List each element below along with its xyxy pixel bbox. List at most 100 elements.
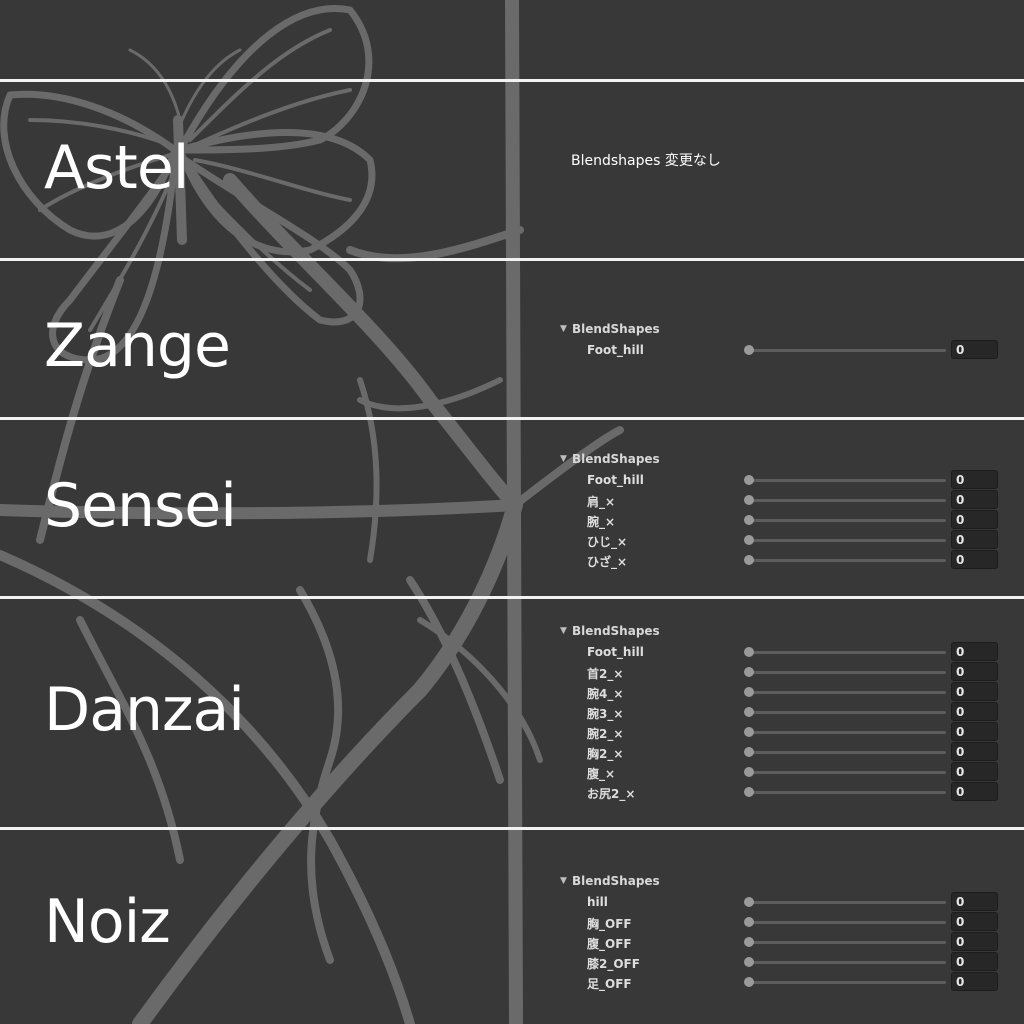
slider-track[interactable] bbox=[748, 559, 946, 562]
value-field[interactable]: 0 bbox=[951, 722, 998, 741]
value-field[interactable]: 0 bbox=[951, 550, 998, 569]
blendshape-label: 膝2_OFF bbox=[587, 957, 640, 971]
divider bbox=[0, 596, 1024, 599]
value-field[interactable]: 0 bbox=[951, 972, 998, 991]
slider-knob[interactable] bbox=[744, 977, 754, 987]
blendshape-label: hill bbox=[587, 895, 608, 909]
blendshape-label: 足_OFF bbox=[587, 977, 632, 991]
slider-knob[interactable] bbox=[744, 495, 754, 505]
slider-knob[interactable] bbox=[744, 897, 754, 907]
slider-track[interactable] bbox=[748, 479, 946, 482]
slider-knob[interactable] bbox=[744, 917, 754, 927]
value-field[interactable]: 0 bbox=[951, 470, 998, 489]
blendshape-label: Foot_hill bbox=[587, 645, 644, 659]
character-name-danzai: Danzai bbox=[44, 675, 245, 745]
slider-knob[interactable] bbox=[744, 647, 754, 657]
value-field[interactable]: 0 bbox=[951, 782, 998, 801]
slider-track[interactable] bbox=[748, 519, 946, 522]
slider-track[interactable] bbox=[748, 539, 946, 542]
blendshapes-panel-noiz: ▼ BlendShapes hill 0 胸_OFF 0 腹_OFF 0 膝2_… bbox=[558, 872, 1004, 992]
no-change-note: Blendshapes 変更なし bbox=[571, 153, 721, 169]
blendshapes-foldout[interactable]: ▼ BlendShapes bbox=[558, 450, 1004, 470]
slider-knob[interactable] bbox=[744, 727, 754, 737]
value-field[interactable]: 0 bbox=[951, 510, 998, 529]
blendshape-row: hill 0 bbox=[558, 892, 1004, 912]
slider-knob[interactable] bbox=[744, 667, 754, 677]
value-field[interactable]: 0 bbox=[951, 742, 998, 761]
foldout-label: BlendShapes bbox=[572, 322, 660, 336]
blendshapes-foldout[interactable]: ▼ BlendShapes bbox=[558, 622, 1004, 642]
slider-knob[interactable] bbox=[744, 787, 754, 797]
blendshape-label: 腕2_× bbox=[587, 727, 624, 741]
blendshapes-foldout[interactable]: ▼ BlendShapes bbox=[558, 320, 1004, 340]
value-field[interactable]: 0 bbox=[951, 490, 998, 509]
slider-knob[interactable] bbox=[744, 345, 754, 355]
blendshape-label: お尻2_× bbox=[587, 787, 636, 801]
blendshape-row: 腕4_× 0 bbox=[558, 682, 1004, 702]
blendshape-row: 腕_× 0 bbox=[558, 510, 1004, 530]
value-field[interactable]: 0 bbox=[951, 682, 998, 701]
blendshape-row: 首2_× 0 bbox=[558, 662, 1004, 682]
blendshape-row: お尻2_× 0 bbox=[558, 782, 1004, 802]
value-field[interactable]: 0 bbox=[951, 952, 998, 971]
blendshape-label: ひざ_× bbox=[587, 555, 628, 569]
blendshape-label: 腹_OFF bbox=[587, 937, 632, 951]
slider-track[interactable] bbox=[748, 791, 946, 794]
slider-track[interactable] bbox=[748, 651, 946, 654]
slider-track[interactable] bbox=[748, 961, 946, 964]
slider-knob[interactable] bbox=[744, 555, 754, 565]
blendshape-label: ひじ_× bbox=[587, 535, 628, 549]
blendshapes-foldout[interactable]: ▼ BlendShapes bbox=[558, 872, 1004, 892]
blendshape-row: 腕2_× 0 bbox=[558, 722, 1004, 742]
blendshape-row: ひじ_× 0 bbox=[558, 530, 1004, 550]
blendshape-label: Foot_hill bbox=[587, 473, 644, 487]
blendshape-row: 胸_OFF 0 bbox=[558, 912, 1004, 932]
blendshapes-panel-zange: ▼ BlendShapes Foot_hill 0 bbox=[558, 320, 1004, 360]
slider-knob[interactable] bbox=[744, 515, 754, 525]
blendshapes-panel-sensei: ▼ BlendShapes Foot_hill 0 肩_× 0 腕_× 0 ひじ… bbox=[558, 450, 1004, 570]
divider bbox=[0, 827, 1024, 830]
divider bbox=[0, 417, 1024, 420]
blendshape-row: ひざ_× 0 bbox=[558, 550, 1004, 570]
value-field[interactable]: 0 bbox=[951, 642, 998, 661]
blendshape-label: 首2_× bbox=[587, 667, 624, 681]
blendshape-row: Foot_hill 0 bbox=[558, 470, 1004, 490]
blendshape-label: 胸2_× bbox=[587, 747, 624, 761]
slider-track[interactable] bbox=[748, 731, 946, 734]
slider-track[interactable] bbox=[748, 691, 946, 694]
value-field[interactable]: 0 bbox=[951, 662, 998, 681]
slider-knob[interactable] bbox=[744, 707, 754, 717]
value-field[interactable]: 0 bbox=[951, 912, 998, 931]
value-field[interactable]: 0 bbox=[951, 932, 998, 951]
slider-track[interactable] bbox=[748, 981, 946, 984]
character-name-astel: Astel bbox=[44, 133, 189, 203]
slider-knob[interactable] bbox=[744, 747, 754, 757]
blendshape-row: 膝2_OFF 0 bbox=[558, 952, 1004, 972]
slider-track[interactable] bbox=[748, 941, 946, 944]
slider-knob[interactable] bbox=[744, 475, 754, 485]
slider-knob[interactable] bbox=[744, 767, 754, 777]
slider-track[interactable] bbox=[748, 921, 946, 924]
slider-track[interactable] bbox=[748, 711, 946, 714]
divider bbox=[0, 79, 1024, 82]
blendshape-row: 胸2_× 0 bbox=[558, 742, 1004, 762]
slider-track[interactable] bbox=[748, 901, 946, 904]
slider-track[interactable] bbox=[748, 671, 946, 674]
value-field[interactable]: 0 bbox=[951, 762, 998, 781]
slider-track[interactable] bbox=[748, 751, 946, 754]
triangle-down-icon: ▼ bbox=[560, 454, 567, 464]
value-field[interactable]: 0 bbox=[951, 530, 998, 549]
triangle-down-icon: ▼ bbox=[560, 876, 567, 886]
blendshape-row: 足_OFF 0 bbox=[558, 972, 1004, 992]
value-field[interactable]: 0 bbox=[951, 702, 998, 721]
slider-knob[interactable] bbox=[744, 687, 754, 697]
divider bbox=[0, 258, 1024, 261]
slider-track[interactable] bbox=[748, 771, 946, 774]
slider-track[interactable] bbox=[748, 349, 946, 352]
slider-knob[interactable] bbox=[744, 937, 754, 947]
slider-knob[interactable] bbox=[744, 957, 754, 967]
slider-track[interactable] bbox=[748, 499, 946, 502]
value-field[interactable]: 0 bbox=[951, 892, 998, 911]
value-field[interactable]: 0 bbox=[951, 340, 998, 359]
slider-knob[interactable] bbox=[744, 535, 754, 545]
